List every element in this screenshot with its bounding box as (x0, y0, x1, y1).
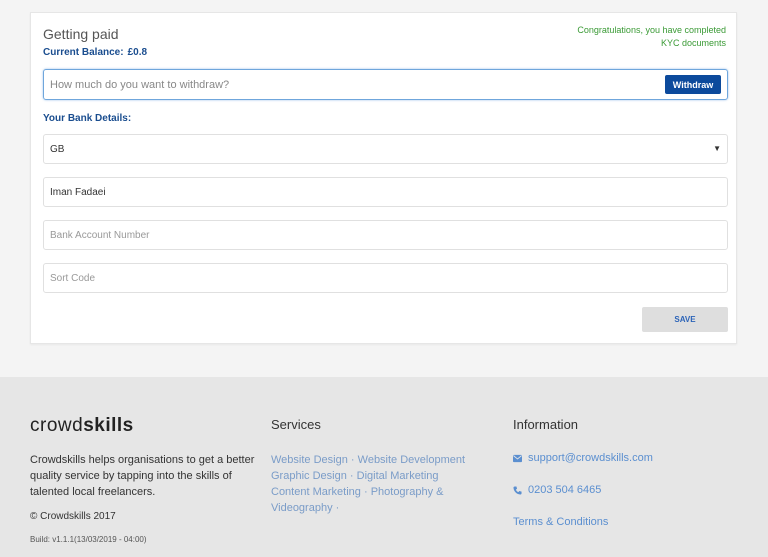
crowdskills-logo[interactable]: crowdskills (30, 415, 134, 437)
separator: · (335, 502, 340, 514)
withdraw-amount-input[interactable] (44, 70, 644, 99)
account-number-field[interactable] (43, 220, 728, 250)
account-name-field[interactable] (43, 177, 728, 207)
site-footer: crowdskills Crowdskills helps organisati… (0, 377, 768, 557)
service-link-website-design[interactable]: Website Design (271, 454, 348, 466)
logo-light: crowd (30, 415, 84, 436)
save-button[interactable]: SAVE (642, 307, 728, 332)
kyc-status-message: Congratulations, you have completed KYC … (577, 25, 726, 48)
separator: · (350, 454, 358, 466)
terms-row: Terms & Conditions (513, 516, 608, 528)
account-name-input[interactable] (50, 186, 727, 198)
services-list: Website Design · Website Development Gra… (271, 452, 496, 516)
email-contact: support@crowdskills.com (513, 452, 653, 464)
balance-value: £0.8 (127, 47, 148, 58)
phone-icon (513, 485, 522, 495)
country-select[interactable]: GB ▼ (43, 134, 728, 164)
footer-about: Crowdskills helps organisations to get a… (30, 454, 255, 498)
terms-link[interactable]: Terms & Conditions (513, 516, 608, 528)
logo-bold: skills (83, 415, 134, 436)
sort-code-input[interactable] (50, 272, 727, 284)
current-balance: Current Balance: £0.8 (43, 47, 147, 58)
footer-copyright: © Crowdskills 2017 (30, 511, 116, 522)
withdraw-field: Withdraw (43, 69, 728, 100)
balance-label: Current Balance: (43, 47, 124, 58)
withdraw-button[interactable]: Withdraw (665, 75, 721, 94)
service-link-digital-marketing[interactable]: Digital Marketing (357, 470, 439, 482)
service-link-graphic-design[interactable]: Graphic Design (271, 470, 347, 482)
account-number-input[interactable] (50, 229, 727, 241)
phone-link[interactable]: 0203 504 6465 (528, 484, 601, 496)
separator: · (349, 470, 357, 482)
getting-paid-card: Getting paid Current Balance: £0.8 Congra… (30, 12, 737, 344)
phone-contact: 0203 504 6465 (513, 484, 601, 496)
envelope-icon (513, 454, 522, 462)
email-link[interactable]: support@crowdskills.com (528, 452, 653, 464)
country-select-value: GB (50, 143, 65, 155)
card-title: Getting paid (43, 26, 119, 42)
build-info: Build: v1.1.1(13/03/2019 - 04:00) (30, 535, 147, 544)
service-link-website-development[interactable]: Website Development (358, 454, 465, 466)
service-link-content-marketing[interactable]: Content Marketing (271, 486, 361, 498)
sort-code-field[interactable] (43, 263, 728, 293)
separator: · (363, 486, 371, 498)
service-link-videography[interactable]: Videography (271, 502, 333, 514)
information-heading: Information (513, 417, 579, 432)
caret-down-icon: ▼ (713, 144, 721, 153)
services-heading: Services (271, 417, 321, 432)
bank-details-heading: Your Bank Details: (43, 113, 132, 124)
service-link-photography[interactable]: Photography & (371, 486, 444, 498)
